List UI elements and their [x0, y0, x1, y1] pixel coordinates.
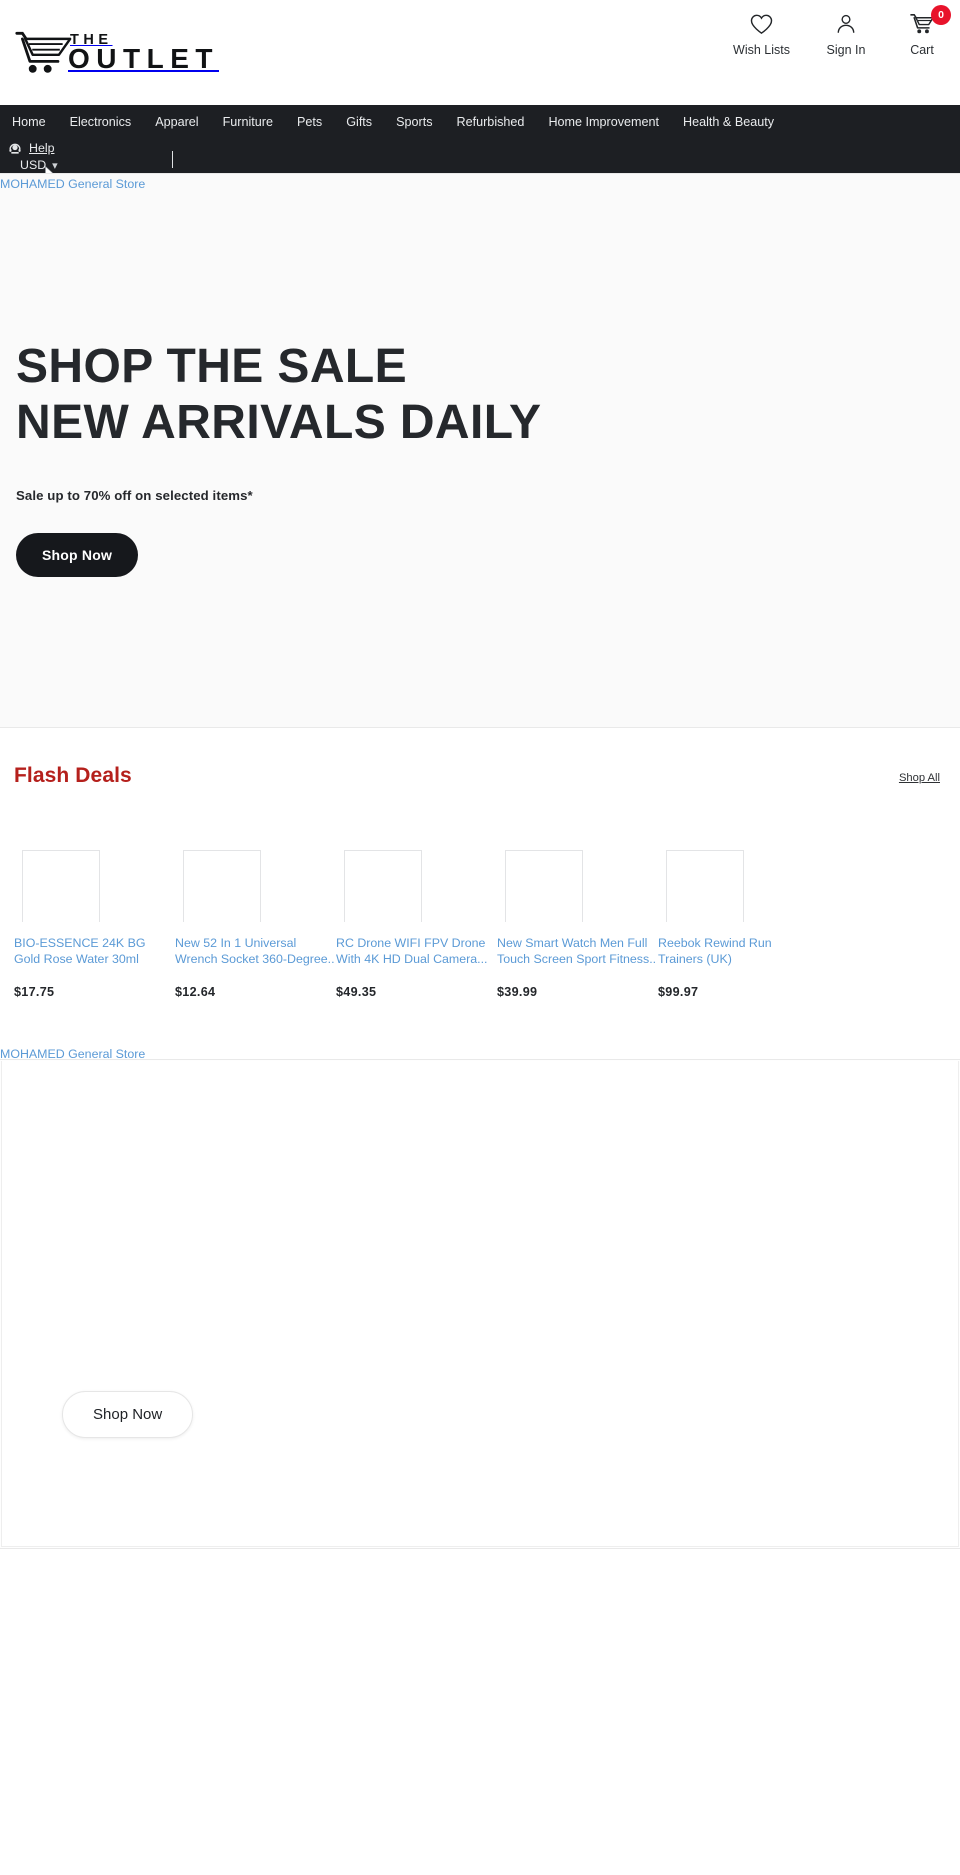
hero-broken-image-alt[interactable]: MOHAMED General Store: [0, 176, 145, 192]
wish-lists-button[interactable]: Wish Lists: [733, 11, 790, 57]
product-name[interactable]: Reebok Rewind Run Trainers (UK): [658, 936, 819, 968]
product-card[interactable]: BIO-ESSENCE 24K BG Gold Rose Water 30ml …: [14, 850, 175, 999]
product-thumbnail-placeholder: [336, 850, 497, 922]
chevron-down-icon: ▾: [52, 158, 58, 172]
cart-count-badge: 0: [931, 5, 951, 25]
product-price: $99.97: [658, 985, 699, 999]
nav-item-home[interactable]: Home: [12, 115, 58, 129]
nav-utility-row: Help USD ▾: [0, 138, 960, 180]
product-name[interactable]: New Smart Watch Men Full Touch Screen Sp…: [497, 936, 658, 968]
product-price: $12.64: [175, 985, 216, 999]
text-input-caret: [172, 151, 173, 168]
nav-item-gifts[interactable]: Gifts: [334, 115, 384, 129]
main-navigation: Home Electronics Apparel Furniture Pets …: [0, 105, 960, 180]
flash-deals-title: Flash Deals: [14, 764, 132, 787]
heart-icon: [750, 11, 773, 37]
logo-outlet: OUTLET: [68, 42, 219, 74]
shopping-cart-icon: [15, 31, 72, 73]
hero-banner: MOHAMED General Store SHOP THE SALE NEW …: [0, 173, 960, 728]
product-price: $17.75: [14, 985, 55, 999]
nav-item-pets[interactable]: Pets: [285, 115, 334, 129]
hero-subtitle: Sale up to 70% off on selected items*: [16, 488, 253, 504]
product-thumbnail-placeholder: [175, 850, 336, 922]
hero-shop-now-button[interactable]: Shop Now: [16, 533, 139, 578]
header-actions: Wish Lists Sign In 0 Cart: [733, 5, 951, 57]
nav-item-home-improvement[interactable]: Home Improvement: [536, 115, 671, 129]
support-headset-icon: [9, 143, 21, 154]
flash-deals-shop-all-link[interactable]: Shop All: [899, 772, 940, 784]
product-card[interactable]: RC Drone WIFI FPV Drone With 4K HD Dual …: [336, 850, 497, 999]
product-card[interactable]: New Smart Watch Men Full Touch Screen Sp…: [497, 850, 658, 999]
currency-selector[interactable]: USD ▾: [20, 158, 58, 172]
wish-lists-label: Wish Lists: [733, 43, 790, 57]
broken-image-frame: [505, 850, 583, 922]
broken-image-frame: [183, 850, 261, 922]
product-name[interactable]: BIO-ESSENCE 24K BG Gold Rose Water 30ml: [14, 936, 175, 968]
site-header: THE OUTLET Wish Lists Sign In 0 Cart: [0, 0, 960, 105]
promo-shop-now-button[interactable]: Shop Now: [62, 1391, 194, 1438]
nav-item-sports[interactable]: Sports: [384, 115, 444, 129]
promo-banner-frame: Shop Now: [1, 1061, 959, 1547]
nav-item-health-beauty[interactable]: Health & Beauty: [671, 115, 786, 129]
logo-wordmark: THE OUTLET: [68, 33, 219, 74]
product-card[interactable]: New 52 In 1 Universal Wrench Socket 360-…: [175, 850, 336, 999]
sign-in-button[interactable]: Sign In: [826, 11, 866, 57]
product-thumbnail-placeholder: [14, 850, 175, 922]
currency-label: USD: [20, 158, 47, 172]
product-thumbnail-placeholder: [658, 850, 819, 922]
product-thumbnail-placeholder: [497, 850, 658, 922]
flash-deals-product-grid: BIO-ESSENCE 24K BG Gold Rose Water 30ml …: [14, 850, 946, 999]
product-name[interactable]: RC Drone WIFI FPV Drone With 4K HD Dual …: [336, 936, 497, 968]
promo-banner-section: MOHAMED General Store Shop Now: [0, 1047, 960, 1549]
nav-item-electronics[interactable]: Electronics: [58, 115, 144, 129]
product-card[interactable]: Reebok Rewind Run Trainers (UK) $99.97: [658, 850, 819, 999]
nav-category-row: Home Electronics Apparel Furniture Pets …: [0, 105, 960, 138]
nav-item-furniture[interactable]: Furniture: [211, 115, 285, 129]
hero-title-line-1: SHOP THE SALE: [16, 340, 408, 393]
nav-item-apparel[interactable]: Apparel: [143, 115, 210, 129]
broken-image-frame: [344, 850, 422, 922]
flash-deals-section: Flash Deals Shop All BIO-ESSENCE 24K BG …: [0, 728, 960, 999]
cart-label: Cart: [910, 43, 934, 57]
hero-title: SHOP THE SALE NEW ARRIVALS DAILY: [16, 339, 656, 450]
sign-in-label: Sign In: [826, 43, 866, 57]
broken-image-frame: [666, 850, 744, 922]
help-link[interactable]: Help: [8, 141, 54, 155]
site-logo[interactable]: THE OUTLET: [14, 24, 219, 80]
hero-copy: SHOP THE SALE NEW ARRIVALS DAILY Sale up…: [16, 339, 656, 578]
hero-title-line-2: NEW ARRIVALS DAILY: [16, 395, 542, 449]
nav-item-refurbished[interactable]: Refurbished: [445, 115, 537, 129]
user-icon: [835, 11, 857, 37]
product-price: $39.99: [497, 985, 538, 999]
promo-broken-image-alt[interactable]: MOHAMED General Store: [0, 1046, 145, 1062]
product-name[interactable]: New 52 In 1 Universal Wrench Socket 360-…: [175, 936, 336, 968]
broken-image-frame: [22, 850, 100, 922]
cart-button[interactable]: 0 Cart: [902, 5, 951, 57]
product-price: $49.35: [336, 985, 377, 999]
flash-deals-header: Flash Deals Shop All: [14, 728, 946, 788]
help-label: Help: [29, 141, 55, 155]
